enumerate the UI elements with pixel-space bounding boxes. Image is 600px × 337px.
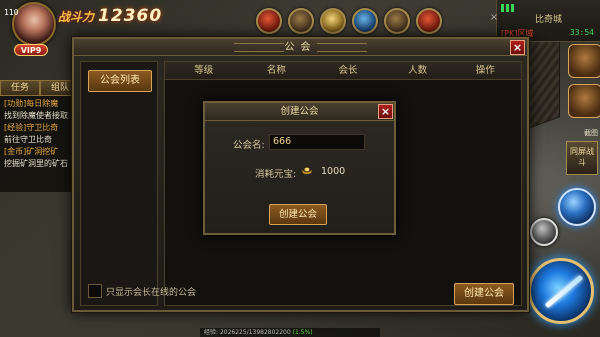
column-name: 名称 bbox=[266, 65, 286, 76]
quest-item-desc[interactable]: 前往守卫比奇 bbox=[4, 134, 76, 146]
quest-item[interactable]: [金币]矿洞挖矿 bbox=[4, 146, 76, 158]
gold-ingot-icon bbox=[301, 167, 313, 175]
screenshot-button[interactable]: 截图 bbox=[584, 128, 598, 138]
dialog-close-button[interactable]: × bbox=[378, 104, 393, 119]
quest-item[interactable]: [经验]守卫比奇 bbox=[4, 122, 76, 134]
guild-name-input[interactable]: 666 bbox=[269, 134, 365, 150]
collapse-icon[interactable]: × bbox=[488, 12, 500, 24]
tab-quest[interactable]: 任务 bbox=[0, 80, 40, 96]
reward-icon[interactable] bbox=[320, 8, 346, 34]
welfare-icon[interactable] bbox=[416, 8, 442, 34]
online-only-label[interactable]: 只显示会长在线的公会 bbox=[106, 285, 196, 298]
exp-value: 2026225/13982802200 bbox=[219, 329, 291, 336]
exp-percent: (1.5%) bbox=[292, 329, 313, 336]
quest-item-desc[interactable]: 挖掘矿洞里的矿石 bbox=[4, 158, 76, 170]
skill-orb-2[interactable] bbox=[530, 218, 558, 246]
confirm-create-guild-button[interactable]: 创建公会 bbox=[269, 204, 327, 225]
top-function-icons bbox=[256, 8, 442, 34]
quest-item-desc[interactable]: 找到除魔使者接取 bbox=[4, 110, 76, 122]
player-level: 110 bbox=[4, 8, 19, 17]
signal-icon bbox=[501, 4, 515, 12]
online-only-checkbox[interactable] bbox=[88, 284, 102, 298]
combat-power-value: 12360 bbox=[98, 6, 163, 26]
combat-power: 战斗力 12360 bbox=[58, 6, 162, 26]
column-level: 等级 bbox=[194, 65, 214, 76]
quest-list: [功勋]每日除魔 找到除魔使者接取 [经验]守卫比奇 前往守卫比奇 [金币]矿洞… bbox=[0, 96, 80, 192]
map-name: 比奇城 bbox=[534, 15, 562, 25]
player-avatar[interactable] bbox=[12, 2, 56, 46]
guild-window-close-button[interactable]: × bbox=[510, 40, 525, 55]
guild-list-button[interactable]: 公会列表 bbox=[88, 70, 152, 92]
player-portrait-frame[interactable]: 110 VIP9 bbox=[0, 0, 62, 60]
bag-button[interactable] bbox=[568, 84, 600, 118]
column-members: 人数 bbox=[408, 65, 428, 76]
exp-label: 经验: bbox=[204, 329, 219, 336]
exp-bar: 经验: 2026225/13982802200 (1.5%) bbox=[200, 328, 380, 337]
column-action: 操作 bbox=[475, 65, 495, 76]
shop-icon[interactable] bbox=[288, 8, 314, 34]
dialog-titlebar: 创建公会 × bbox=[205, 103, 394, 121]
guild-window-titlebar: 公会 × bbox=[74, 39, 527, 56]
column-leader: 会长 bbox=[338, 65, 358, 76]
quest-item[interactable]: [功勋]每日除魔 bbox=[4, 98, 76, 110]
mail-button[interactable] bbox=[568, 44, 600, 78]
cost-label: 消耗元宝: bbox=[255, 169, 297, 180]
combat-power-label: 战斗力 bbox=[58, 9, 95, 24]
create-guild-dialog: 创建公会 × 公会名: 666 消耗元宝: 1000 创建公会 bbox=[203, 101, 396, 235]
activity-icon[interactable] bbox=[256, 8, 282, 34]
vip-badge[interactable]: VIP9 bbox=[14, 44, 48, 56]
cost-value: 1000 bbox=[321, 166, 346, 177]
skill-orb-1[interactable] bbox=[558, 188, 596, 226]
guild-window-title: 公会 bbox=[284, 42, 317, 53]
boss-icon[interactable] bbox=[352, 8, 378, 34]
quest-tabs: 任务 组队 bbox=[0, 80, 80, 96]
attack-button[interactable] bbox=[528, 258, 594, 324]
minimap-panel[interactable]: 比奇城 [PK]区域 33:54 bbox=[496, 0, 600, 42]
game-clock: 33:54 bbox=[569, 28, 594, 37]
rank-icon[interactable] bbox=[384, 8, 410, 34]
guild-name-label: 公会名: bbox=[233, 140, 265, 151]
dialog-title: 创建公会 bbox=[280, 106, 319, 117]
create-guild-button[interactable]: 创建公会 bbox=[454, 283, 514, 305]
same-screen-combat-button[interactable]: 同屏战斗 bbox=[566, 141, 598, 175]
guild-side-panel: 公会列表 bbox=[80, 61, 158, 306]
guild-table-header: 等级 名称 会长 人数 操作 bbox=[165, 62, 521, 80]
